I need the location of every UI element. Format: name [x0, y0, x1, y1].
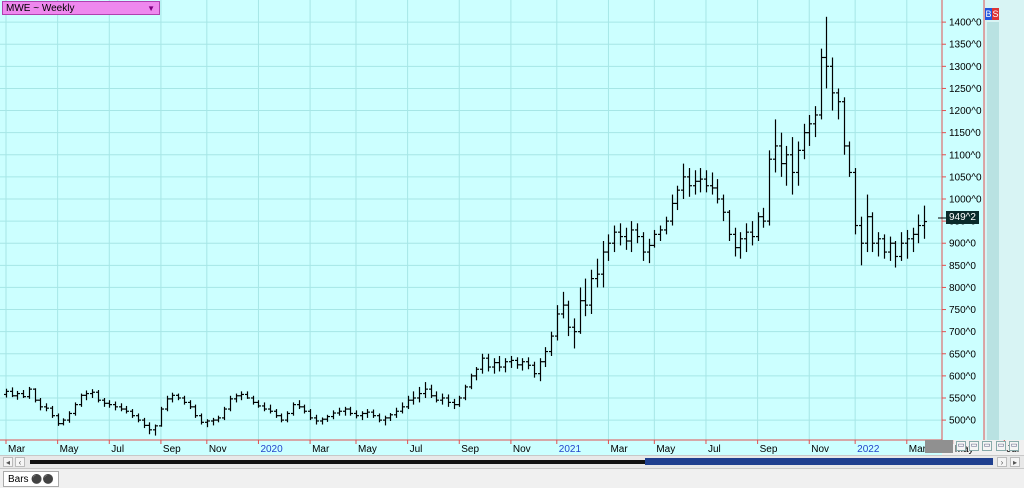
time-tick-label: Nov [209, 444, 227, 455]
price-tick-label: 1000^0 [949, 194, 982, 205]
scroll-right-arrow-icon[interactable]: ▸ [1010, 457, 1020, 467]
scroll-left-icon[interactable]: ▭ [996, 441, 1006, 451]
scroll-thumb[interactable] [645, 458, 993, 465]
time-tick-label: Sep [461, 444, 479, 455]
price-tick-label: 1250^0 [949, 84, 982, 95]
price-chart[interactable]: 1400^0 1350^0 1300^0 1250^0 1200^0 1150^0 1100… [0, 0, 1024, 455]
time-tick-label: Mar [909, 444, 927, 455]
scroll-right-page-icon[interactable]: › [997, 457, 1007, 467]
time-tick-label: May [656, 444, 675, 455]
zoom-out-icon[interactable]: ▭ [956, 441, 966, 451]
chart-style-label: Bars [8, 474, 29, 485]
chart-window: 1400^0 1350^0 1300^0 1250^0 1200^0 1150^0 1100… [0, 0, 1024, 488]
price-tick-label: 650^0 [949, 349, 976, 360]
badge-b: B [985, 8, 992, 20]
zoom-in-icon[interactable]: ▭ [969, 441, 979, 451]
price-tick-label: 900^0 [949, 239, 976, 250]
price-tick-label: 1200^0 [949, 106, 982, 117]
time-tick-label: Nov [513, 444, 531, 455]
time-tick-label: 2020 [260, 444, 283, 455]
symbol-title-box[interactable]: MWE ~ Weekly ▼ [2, 1, 160, 15]
time-tick-label: Sep [760, 444, 778, 455]
time-tick-label: May [358, 444, 377, 455]
badge-s: S [992, 8, 999, 20]
horizontal-scrollbar[interactable]: ◂ ‹ › ▸ [0, 455, 1024, 468]
time-tick-label: Mar [610, 444, 628, 455]
price-tick-label: 1300^0 [949, 62, 982, 73]
time-tick-label: 2021 [559, 444, 582, 455]
time-tick-label: Jul [708, 444, 721, 455]
time-tick-label: Jul [111, 444, 124, 455]
price-tick-label: 600^0 [949, 371, 976, 382]
scroll-left-page-icon[interactable]: ‹ [15, 457, 25, 467]
price-tick-label: 1350^0 [949, 40, 982, 51]
price-tick-label: 1100^0 [949, 150, 981, 161]
price-tick-label: 500^0 [949, 416, 976, 427]
bs-badge[interactable]: BS [985, 8, 999, 20]
chevron-down-icon[interactable]: ▼ [147, 2, 155, 16]
price-tick-label: 1400^0 [949, 18, 982, 29]
time-tick-label: 2022 [857, 444, 880, 455]
price-tick-label: 800^0 [949, 283, 976, 294]
fit-icon[interactable]: ▭ [982, 441, 992, 451]
scroll-right-icon[interactable]: ▭ [1009, 441, 1019, 451]
price-tick-label: 750^0 [949, 305, 976, 316]
time-tick-label: Mar [8, 444, 26, 455]
symbol-title: MWE ~ Weekly [6, 3, 75, 14]
time-tick-label: Jul [410, 444, 423, 455]
price-tick-label: 1150^0 [949, 128, 981, 139]
axis-corner-block [925, 440, 953, 453]
status-bar: Bars ⚫⚫ [0, 468, 1024, 488]
price-tick-label: 700^0 [949, 327, 976, 338]
chart-style-tab[interactable]: Bars ⚫⚫ [3, 471, 59, 487]
link-icon: ⚫⚫ [31, 474, 54, 484]
price-tick-label: 550^0 [949, 393, 976, 404]
scroll-left-arrow-icon[interactable]: ◂ [3, 457, 13, 467]
time-tick-label: Mar [312, 444, 330, 455]
price-tick-label: 1050^0 [949, 172, 982, 183]
right-panel-strip [987, 22, 999, 440]
time-tick-label: May [60, 444, 79, 455]
last-price-label: 949^2 [946, 211, 979, 224]
price-tick-label: 850^0 [949, 261, 976, 272]
time-tick-label: Sep [163, 444, 181, 455]
time-tick-label: Nov [811, 444, 829, 455]
